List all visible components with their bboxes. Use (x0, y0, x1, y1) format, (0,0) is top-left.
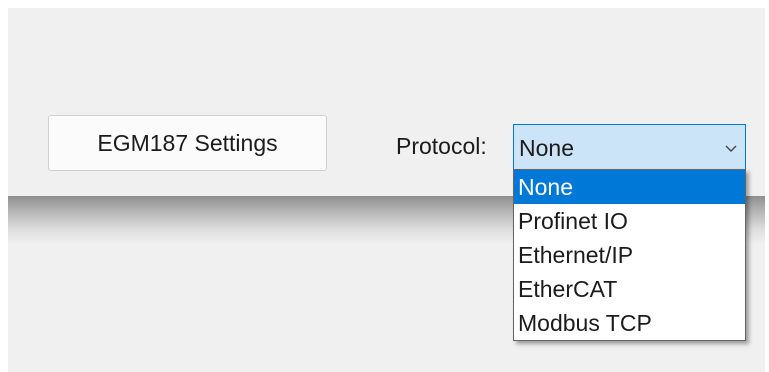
protocol-option-ethernet-ip[interactable]: Ethernet/IP (514, 238, 745, 272)
protocol-option-profinet-io[interactable]: Profinet IO (514, 204, 745, 238)
protocol-selected-value: None (519, 135, 574, 161)
protocol-label: Protocol: (396, 133, 487, 159)
protocol-option-modbus-tcp[interactable]: Modbus TCP (514, 306, 745, 340)
protocol-dropdown-list: None Profinet IO Ethernet/IP EtherCAT Mo… (513, 169, 746, 341)
protocol-select[interactable]: None (513, 124, 746, 170)
protocol-option-none[interactable]: None (514, 170, 745, 204)
chevron-down-icon[interactable] (724, 141, 738, 152)
protocol-option-ethercat[interactable]: EtherCAT (514, 272, 745, 306)
egm187-settings-button[interactable]: EGM187 Settings (48, 115, 327, 171)
